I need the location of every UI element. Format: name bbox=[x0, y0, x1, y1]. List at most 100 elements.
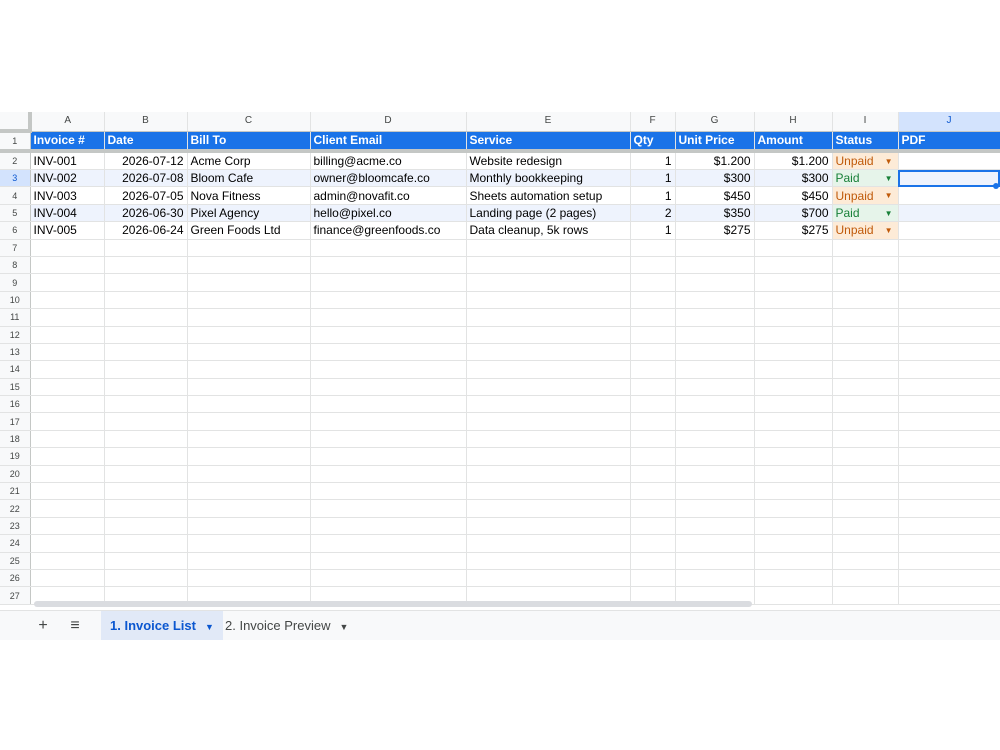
row-number[interactable]: 2 bbox=[0, 151, 31, 170]
cell[interactable] bbox=[187, 552, 311, 570]
cell[interactable] bbox=[187, 517, 311, 536]
cell[interactable] bbox=[30, 465, 105, 484]
cell[interactable] bbox=[104, 343, 188, 362]
cell[interactable] bbox=[310, 395, 467, 414]
cell[interactable] bbox=[466, 256, 631, 275]
cell[interactable]: $1.200 bbox=[675, 151, 755, 170]
cell[interactable] bbox=[898, 447, 1000, 466]
cell[interactable] bbox=[310, 256, 467, 275]
cell[interactable] bbox=[675, 465, 755, 484]
cell[interactable] bbox=[104, 256, 188, 275]
cell[interactable]: Landing page (2 pages) bbox=[466, 204, 631, 223]
cell[interactable] bbox=[675, 239, 755, 257]
spreadsheet-grid[interactable]: A B C D E F G H I J 1 Invoice # Date Bill To Client Em… bbox=[0, 112, 1000, 607]
cell[interactable]: Acme Corp bbox=[187, 151, 311, 170]
cell[interactable] bbox=[466, 517, 631, 536]
cell[interactable] bbox=[898, 360, 1000, 379]
cell[interactable] bbox=[754, 412, 833, 431]
column-header[interactable]: C bbox=[187, 112, 311, 132]
row-number[interactable]: 5 bbox=[0, 204, 31, 223]
cell[interactable] bbox=[832, 273, 899, 292]
cell[interactable] bbox=[310, 534, 467, 553]
cell[interactable] bbox=[898, 273, 1000, 292]
cell[interactable] bbox=[187, 256, 311, 275]
cell[interactable] bbox=[754, 256, 833, 275]
cell[interactable] bbox=[104, 291, 188, 310]
cell[interactable] bbox=[104, 326, 188, 344]
cell[interactable] bbox=[675, 552, 755, 570]
cell[interactable] bbox=[898, 291, 1000, 310]
row-number[interactable]: 15 bbox=[0, 378, 31, 397]
cell[interactable] bbox=[466, 552, 631, 570]
cell[interactable] bbox=[675, 430, 755, 449]
status-cell[interactable]: Unpaid ▼ bbox=[832, 186, 899, 205]
cell[interactable] bbox=[832, 465, 899, 484]
row-number[interactable]: 18 bbox=[0, 430, 31, 449]
row-number[interactable]: 20 bbox=[0, 465, 31, 484]
cell[interactable] bbox=[187, 569, 311, 588]
cell[interactable] bbox=[630, 430, 676, 449]
cell[interactable] bbox=[104, 239, 188, 257]
cell[interactable] bbox=[187, 534, 311, 553]
cell[interactable] bbox=[675, 517, 755, 536]
cell[interactable]: INV-004 bbox=[30, 204, 105, 223]
cell[interactable] bbox=[675, 273, 755, 292]
header-cell[interactable]: Bill To bbox=[187, 131, 311, 153]
cell[interactable] bbox=[675, 412, 755, 431]
cell[interactable] bbox=[832, 586, 899, 605]
cell[interactable] bbox=[104, 482, 188, 501]
cell[interactable] bbox=[104, 308, 188, 327]
cell[interactable] bbox=[310, 378, 467, 397]
cell[interactable] bbox=[675, 447, 755, 466]
cell[interactable]: $275 bbox=[675, 221, 755, 240]
cell[interactable]: Nova Fitness bbox=[187, 186, 311, 205]
row-number[interactable]: 11 bbox=[0, 308, 31, 327]
row-number[interactable]: 19 bbox=[0, 447, 31, 466]
cell[interactable] bbox=[675, 569, 755, 588]
cell[interactable] bbox=[754, 499, 833, 518]
cell[interactable] bbox=[630, 378, 676, 397]
horizontal-scrollbar[interactable] bbox=[34, 601, 752, 607]
cell[interactable] bbox=[310, 447, 467, 466]
cell[interactable] bbox=[630, 256, 676, 275]
cell[interactable] bbox=[754, 552, 833, 570]
cell[interactable] bbox=[675, 291, 755, 310]
cell[interactable] bbox=[754, 465, 833, 484]
cell[interactable] bbox=[310, 239, 467, 257]
cell[interactable]: Bloom Cafe bbox=[187, 169, 311, 188]
cell[interactable]: Monthly bookkeeping bbox=[466, 169, 631, 188]
cell[interactable] bbox=[898, 221, 1000, 240]
cell[interactable] bbox=[675, 395, 755, 414]
row-number[interactable]: 17 bbox=[0, 412, 31, 431]
cell[interactable] bbox=[30, 360, 105, 379]
cell[interactable] bbox=[754, 239, 833, 257]
cell[interactable] bbox=[754, 534, 833, 553]
select-all-corner[interactable] bbox=[0, 112, 32, 133]
cell[interactable] bbox=[832, 499, 899, 518]
row-number[interactable]: 25 bbox=[0, 552, 31, 570]
cell[interactable] bbox=[30, 256, 105, 275]
cell[interactable]: Website redesign bbox=[466, 151, 631, 170]
cell[interactable]: 2026-06-30 bbox=[104, 204, 188, 223]
cell[interactable] bbox=[675, 499, 755, 518]
cell[interactable]: INV-001 bbox=[30, 151, 105, 170]
cell[interactable] bbox=[630, 395, 676, 414]
status-cell[interactable]: Unpaid ▼ bbox=[832, 221, 899, 240]
cell[interactable] bbox=[30, 273, 105, 292]
cell[interactable] bbox=[187, 395, 311, 414]
cell[interactable]: 1 bbox=[630, 221, 676, 240]
cell[interactable] bbox=[104, 517, 188, 536]
cell[interactable] bbox=[466, 239, 631, 257]
cell[interactable]: 2026-06-24 bbox=[104, 221, 188, 240]
cell[interactable] bbox=[466, 465, 631, 484]
cell[interactable]: owner@bloomcafe.co bbox=[310, 169, 467, 188]
cell[interactable] bbox=[187, 360, 311, 379]
row-number[interactable]: 13 bbox=[0, 343, 31, 362]
cell[interactable] bbox=[310, 360, 467, 379]
cell[interactable] bbox=[30, 412, 105, 431]
cell[interactable] bbox=[754, 447, 833, 466]
cell[interactable] bbox=[104, 378, 188, 397]
cell[interactable] bbox=[104, 430, 188, 449]
cell[interactable] bbox=[630, 482, 676, 501]
cell[interactable] bbox=[30, 308, 105, 327]
